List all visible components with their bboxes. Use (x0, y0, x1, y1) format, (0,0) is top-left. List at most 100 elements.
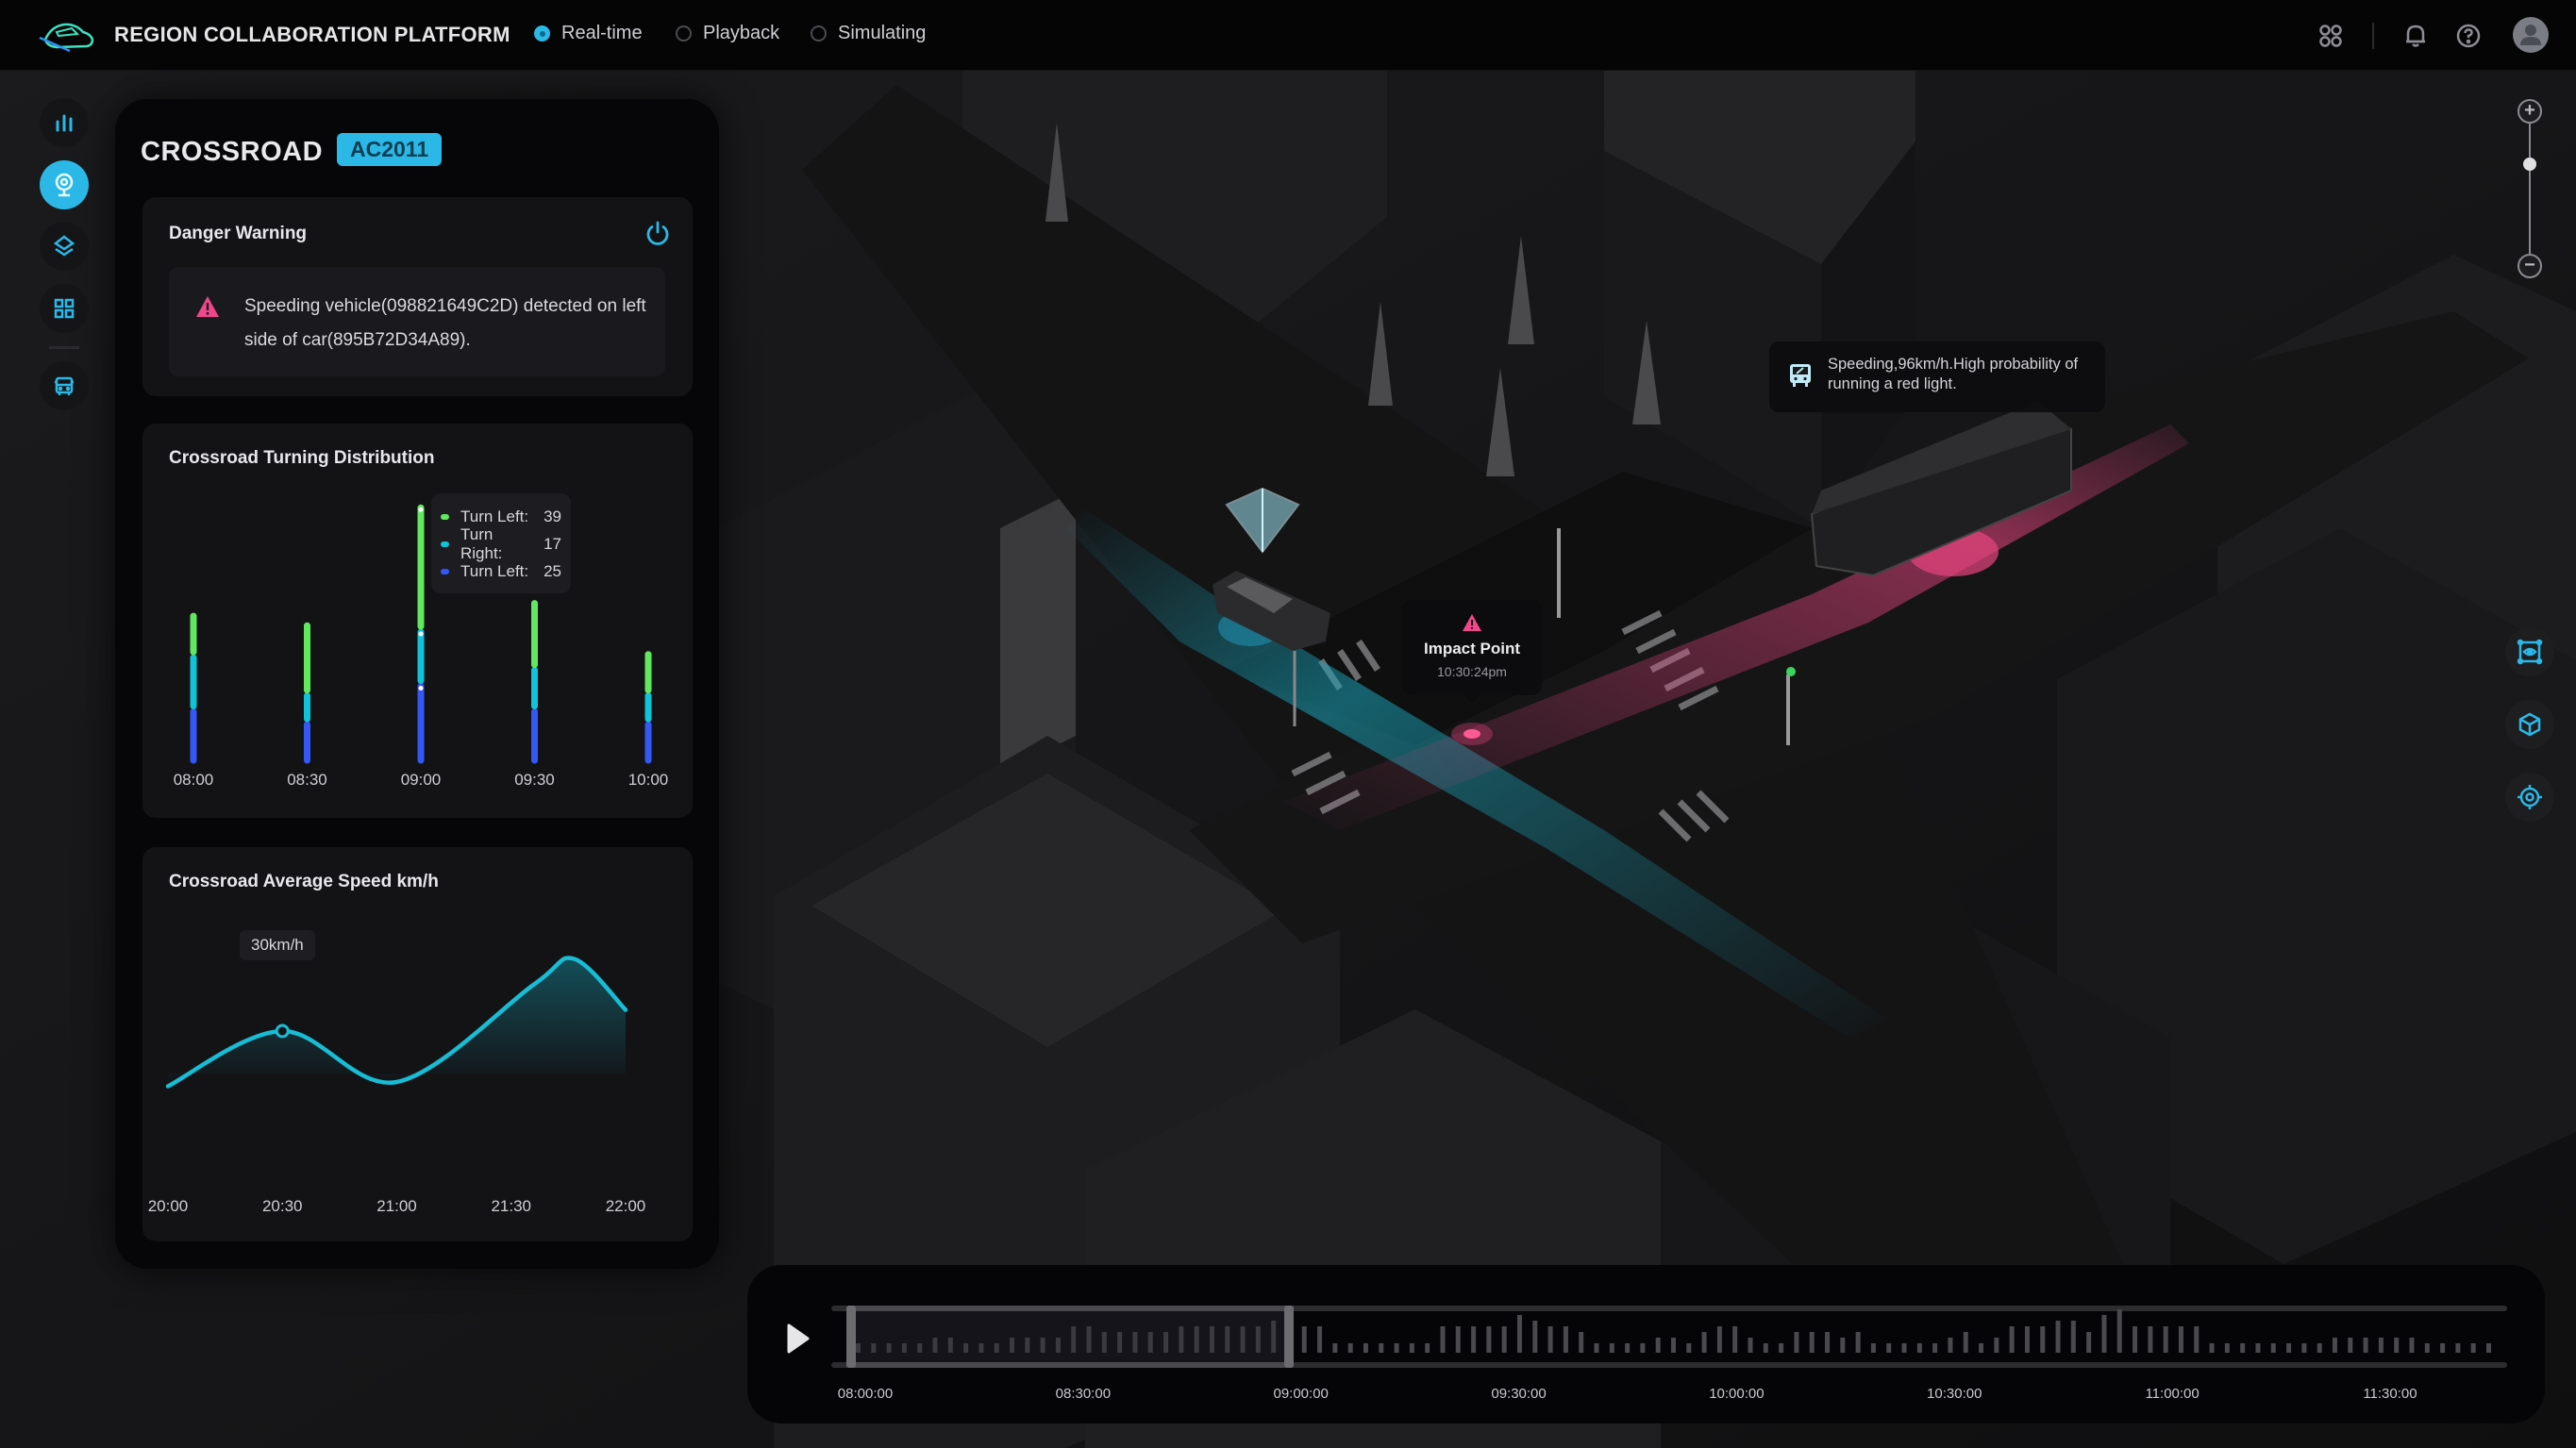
mode-label: Playback (703, 23, 780, 43)
activity-bar (2009, 1326, 2015, 1353)
activity-bar (2270, 1343, 2276, 1353)
x-tick-label: 10:00 (628, 771, 669, 789)
turning-distribution-card: Crossroad Turning Distribution 08:00 08:3… (142, 424, 693, 818)
zoom-out-button[interactable]: − (2517, 254, 2542, 278)
timeline-track[interactable] (831, 1306, 2507, 1368)
activity-bar (1379, 1343, 1384, 1353)
bus-alert-text: Speeding,96km/h.High probability of runn… (1828, 356, 2079, 392)
user-avatar-icon (2520, 25, 2541, 45)
selection-start-handle[interactable] (846, 1306, 856, 1368)
mode-simulating[interactable]: Simulating (811, 23, 926, 44)
bar-chart-icon (56, 114, 73, 132)
sidebar-item-dashboard[interactable] (40, 284, 89, 333)
activity-bar (1732, 1326, 1738, 1353)
activity-bar (2178, 1326, 2183, 1353)
speed-highlight-point[interactable] (275, 1024, 290, 1039)
activity-bar (1716, 1326, 1722, 1353)
cube-icon (2518, 712, 2541, 737)
x-tick-label: 08:00 (174, 771, 214, 789)
power-icon[interactable] (644, 220, 672, 248)
radio-unselected[interactable] (811, 25, 827, 42)
activity-bar (2224, 1343, 2230, 1353)
apps-grid-icon (2319, 25, 2342, 47)
legend-swatch (441, 541, 449, 547)
crossroad-panel: CROSSROAD AC2011 Danger Warning Speeding… (115, 99, 719, 1269)
activity-bar (1671, 1338, 1676, 1353)
activity-bar (1855, 1332, 1861, 1353)
activity-bar (2317, 1343, 2322, 1353)
timeline-tick-label: 09:00:00 (1273, 1386, 1329, 1402)
turning-tooltip: Turn Left: 39 Turn Right: 17 Turn Left: … (431, 493, 571, 593)
activity-bar (1640, 1343, 1646, 1353)
user-avatar[interactable] (2513, 17, 2549, 53)
mode-playback[interactable]: Playback (676, 23, 779, 44)
activity-bar (1701, 1332, 1707, 1353)
x-tick-label: 09:00 (401, 771, 442, 789)
average-speed-card: Crossroad Average Speed km/h 20:00 20:30 2… (142, 847, 693, 1241)
timeline-tick-label: 11:30:00 (2363, 1386, 2417, 1402)
activity-bar (2301, 1343, 2307, 1353)
sidebar-item-layers[interactable] (40, 222, 89, 271)
selection-end-handle[interactable] (1283, 1306, 1294, 1368)
activity-bar (2486, 1343, 2491, 1353)
activity-bar (1994, 1338, 1999, 1353)
legend-swatch (441, 568, 449, 574)
plus-icon: + (2524, 100, 2535, 121)
apps-grid-button[interactable] (2316, 21, 2346, 51)
crossroad-id-badge: AC2011 (337, 133, 443, 166)
minus-icon: − (2524, 255, 2535, 275)
activity-bar (1748, 1338, 1753, 1353)
average-speed-chart: 20:00 20:30 21:00 21:30 22:00 (148, 956, 645, 1215)
tooltip-value: 25 (544, 561, 561, 580)
activity-bar (1409, 1343, 1414, 1353)
activity-bar (1471, 1326, 1477, 1353)
bus-alert-tooltip: Speeding,96km/h.High probability of runn… (1769, 341, 2105, 412)
mode-label: Simulating (838, 23, 927, 43)
activity-bar (2163, 1326, 2168, 1353)
locate-button[interactable] (2505, 773, 2554, 822)
activity-bar (2348, 1338, 2353, 1353)
activity-bar (1516, 1315, 1522, 1353)
activity-bar (2455, 1343, 2461, 1353)
sidebar-item-statistics[interactable] (40, 98, 89, 147)
activity-bar (2024, 1326, 2030, 1353)
sidebar-item-vehicles[interactable] (40, 361, 89, 410)
play-icon[interactable] (785, 1322, 811, 1356)
activity-bar (1686, 1343, 1692, 1353)
activity-bar (1609, 1343, 1614, 1353)
sidebar-item-camera[interactable] (40, 160, 89, 209)
activity-bar (2470, 1343, 2476, 1353)
danger-warning-card: Danger Warning Speeding vehicle(09882164… (142, 197, 693, 396)
radio-selected[interactable] (534, 25, 550, 42)
zoom-slider[interactable] (2529, 124, 2531, 254)
bus-icon (55, 376, 74, 395)
map-zoom-control: + − (2517, 99, 2542, 278)
zoom-in-button[interactable]: + (2517, 99, 2542, 124)
timeline-selection[interactable] (848, 1306, 1292, 1368)
activity-bar (1317, 1326, 1323, 1353)
3d-view-button[interactable] (2505, 700, 2554, 749)
help-icon (2456, 24, 2481, 48)
activity-bar (2440, 1343, 2446, 1353)
impact-point-tooltip[interactable]: Impact Point 10:30:24pm (1402, 600, 1542, 703)
activity-bar (2055, 1321, 2061, 1353)
x-tick-label: 21:00 (376, 1197, 417, 1215)
radio-unselected[interactable] (676, 25, 692, 42)
activity-bar (1394, 1343, 1399, 1353)
bus-icon (1790, 364, 1811, 387)
activity-bar (1779, 1343, 1784, 1353)
activity-bar (1901, 1343, 1907, 1353)
activity-bar (2394, 1338, 2400, 1353)
activity-bar (1763, 1343, 1768, 1353)
view-frame-button[interactable] (2505, 627, 2554, 676)
camera-icon (55, 173, 74, 197)
mode-real-time[interactable]: Real-time (534, 23, 643, 44)
zoom-slider-handle[interactable] (2523, 157, 2536, 171)
speed-area-fill (168, 957, 626, 1087)
impact-marker[interactable] (1451, 723, 1493, 745)
notifications-button[interactable] (2400, 21, 2431, 51)
car-outline-icon (39, 23, 94, 53)
activity-bar (2378, 1338, 2384, 1353)
help-button[interactable] (2453, 21, 2484, 51)
activity-bar (1579, 1332, 1584, 1353)
